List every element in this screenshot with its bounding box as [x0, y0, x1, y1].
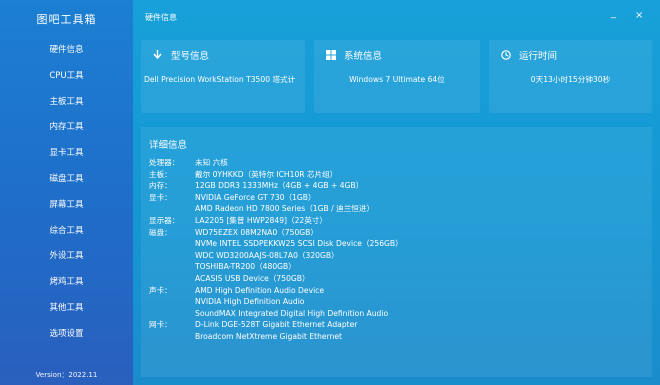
- detail-value: SoundMAX Integrated Digital High Definit…: [195, 308, 389, 318]
- detail-value: 未知 六核: [195, 158, 228, 167]
- detail-key: [149, 238, 195, 250]
- detail-value: NVIDIA High Definition Audio: [195, 297, 305, 307]
- windows-logo-icon: [324, 49, 337, 62]
- detail-key: 磁盘：: [149, 227, 172, 237]
- main-panel: 硬件信息 _ × 型号信息 Dell Precision WorkStation…: [133, 0, 660, 385]
- detail-row: AMD Radeon HD 7800 Series（1GB / 迪兰恒进）: [149, 203, 403, 215]
- detail-value: 戴尔 0YHKKD（英特尔 ICH10R 芯片组）: [195, 169, 338, 179]
- model-value: Dell Precision WorkStation T3500 塔式计: [144, 75, 296, 84]
- system-card: 系统信息 Windows 7 Ultimate 64位: [314, 40, 480, 113]
- detail-value: NVIDIA GeForce GT 730（1GB）: [195, 192, 316, 202]
- window-title: 硬件信息: [145, 13, 177, 22]
- detail-key: 声卡：: [149, 285, 172, 295]
- detail-row: 磁盘： WD75EZEX 08M2NA0（750GB）: [149, 227, 403, 239]
- detail-row: 内存： 12GB DDR3 1333MHz（4GB + 4GB + 4GB）: [149, 180, 403, 192]
- detail-key: [149, 296, 195, 308]
- sidebar-item-gpu-tools[interactable]: 显卡工具: [0, 141, 133, 167]
- detail-row: SoundMAX Integrated Digital High Definit…: [149, 308, 403, 320]
- detail-value: WDC WD3200AAJS-08L7A0（320GB）: [195, 250, 339, 260]
- detail-key: [149, 273, 195, 285]
- sidebar-item-motherboard-tools[interactable]: 主板工具: [0, 90, 133, 116]
- app-title: 图吧工具箱: [36, 13, 97, 26]
- detail-row: WDC WD3200AAJS-08L7A0（320GB）: [149, 250, 403, 262]
- detail-key: 显卡：: [149, 192, 172, 202]
- sidebar-item-hardware-info[interactable]: 硬件信息: [0, 38, 133, 64]
- titlebar: 硬件信息 _ ×: [133, 0, 660, 34]
- sidebar-item-memory-tools[interactable]: 内存工具: [0, 115, 133, 141]
- detail-row: 声卡： AMD High Definition Audio Device: [149, 285, 403, 297]
- detail-key: 内存：: [149, 181, 172, 191]
- sidebar-item-settings[interactable]: 选项设置: [0, 322, 133, 348]
- detail-row: 显卡： NVIDIA GeForce GT 730（1GB）: [149, 192, 403, 204]
- uptime-card: 运行时间 0天13小时15分钟30秒: [489, 40, 652, 113]
- sidebar-item-other-tools[interactable]: 其他工具: [0, 296, 133, 322]
- detail-key: 显示器：: [149, 215, 180, 225]
- detail-rows: 处理器： 未知 六核 主板： 戴尔 0YHKKD（英特尔 ICH10R 芯片组） 内…: [149, 157, 403, 343]
- detail-key: [149, 250, 195, 262]
- detail-value: LA2205 [集普 HWP2849]（22英寸）: [195, 215, 328, 225]
- download-arrow-icon: [151, 49, 164, 62]
- detail-value: AMD Radeon HD 7800 Series（1GB / 迪兰恒进）: [195, 204, 375, 214]
- detail-value: NVMe INTEL SSDPEKKW25 SCSI Disk Device（2…: [195, 239, 403, 249]
- model-card-title: 型号信息: [171, 51, 210, 62]
- detail-row: 网卡： D-Link DGE-528T Gigabit Ethernet Adap…: [149, 319, 403, 331]
- sidebar-nav: 硬件信息 CPU工具 主板工具 内存工具 显卡工具 磁盘工具 屏幕工具 综合工具…: [0, 38, 133, 348]
- clock-icon: [499, 49, 512, 62]
- detail-key: [149, 308, 195, 320]
- sidebar-item-peripheral-tools[interactable]: 外设工具: [0, 244, 133, 270]
- detail-value: Broadcom NetXtreme Gigabit Ethernet: [195, 331, 343, 341]
- detail-row: NVIDIA High Definition Audio: [149, 296, 403, 308]
- detail-key: [149, 261, 195, 273]
- detail-key: 网卡：: [149, 320, 172, 330]
- model-card: 型号信息 Dell Precision WorkStation T3500 塔式…: [141, 40, 305, 113]
- minimize-button[interactable]: _: [611, 8, 616, 19]
- detail-row: NVMe INTEL SSDPEKKW25 SCSI Disk Device（2…: [149, 238, 403, 250]
- detail-row: TOSHIBA-TR200（480GB）: [149, 261, 403, 273]
- detail-row: 主板： 戴尔 0YHKKD（英特尔 ICH10R 芯片组）: [149, 169, 403, 181]
- detail-row: 处理器： 未知 六核: [149, 157, 403, 169]
- sidebar-item-disk-tools[interactable]: 磁盘工具: [0, 167, 133, 193]
- system-value: Windows 7 Ultimate 64位: [349, 75, 445, 84]
- sidebar-item-general-tools[interactable]: 综合工具: [0, 219, 133, 245]
- detail-key: 主板：: [149, 169, 172, 179]
- detail-value: AMD High Definition Audio Device: [195, 285, 325, 295]
- sidebar: 图吧工具箱 硬件信息 CPU工具 主板工具 内存工具 显卡工具 磁盘工具 屏幕工…: [0, 0, 133, 385]
- detail-value: D-Link DGE-528T Gigabit Ethernet Adapter: [195, 320, 358, 330]
- detail-row: Broadcom NetXtreme Gigabit Ethernet: [149, 331, 403, 343]
- uptime-value: 0天13小时15分钟30秒: [530, 75, 611, 84]
- detail-key: 处理器：: [149, 158, 180, 167]
- detail-value: ACASIS USB Device（750GB）: [195, 273, 310, 283]
- sidebar-item-stress-tools[interactable]: 烤鸡工具: [0, 270, 133, 296]
- version-label: Version：2022.11: [35, 371, 98, 379]
- detail-value: TOSHIBA-TR200（480GB）: [195, 262, 296, 272]
- uptime-card-title: 运行时间: [519, 51, 558, 62]
- detail-value: WD75EZEX 08M2NA0（750GB）: [195, 227, 318, 237]
- detail-key: [149, 331, 195, 343]
- sidebar-item-cpu-tools[interactable]: CPU工具: [0, 64, 133, 90]
- detail-panel: 详细信息 处理器： 未知 六核 主板： 戴尔 0YHKKD（英特尔 ICH10R 芯…: [141, 127, 652, 377]
- detail-title: 详细信息: [149, 140, 188, 151]
- sidebar-item-screen-tools[interactable]: 屏幕工具: [0, 193, 133, 219]
- detail-row: ACASIS USB Device（750GB）: [149, 273, 403, 285]
- detail-value: 12GB DDR3 1333MHz（4GB + 4GB + 4GB）: [195, 181, 364, 191]
- system-card-title: 系统信息: [344, 51, 383, 62]
- close-button[interactable]: ×: [635, 10, 643, 21]
- detail-key: [149, 203, 195, 215]
- detail-row: 显示器： LA2205 [集普 HWP2849]（22英寸）: [149, 215, 403, 227]
